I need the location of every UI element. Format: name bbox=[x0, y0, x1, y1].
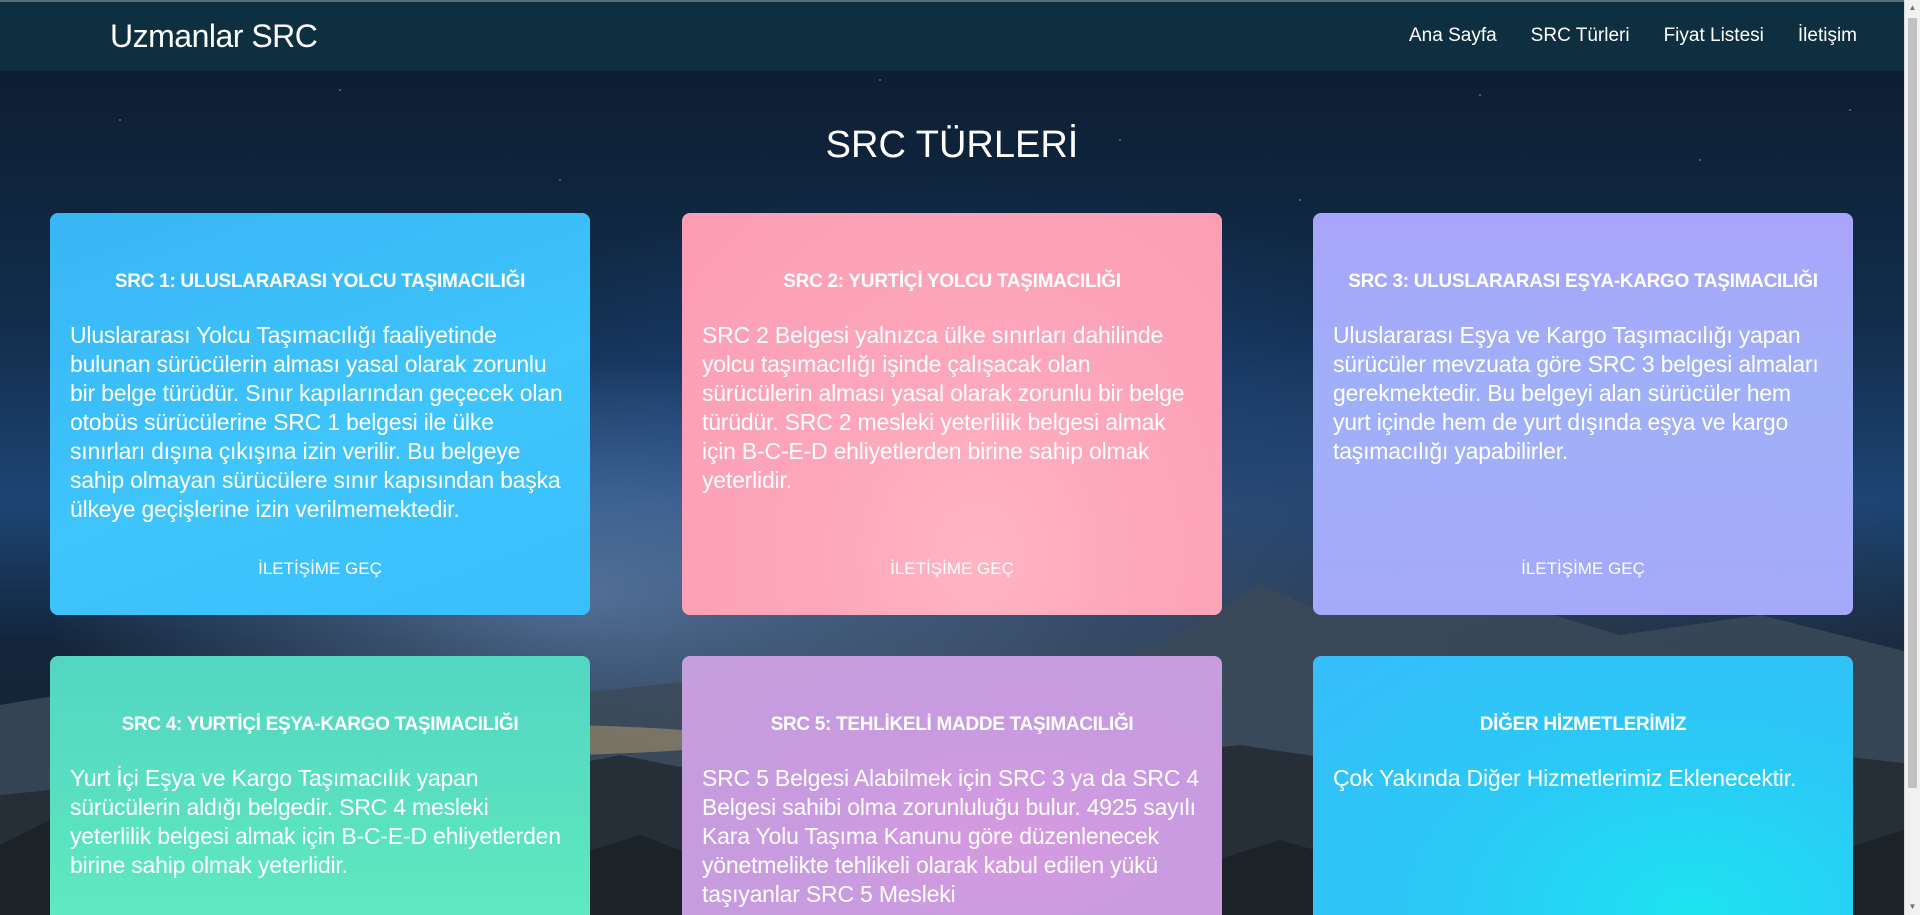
card-text: Çok Yakında Diğer Hizmetlerimiz Eklenece… bbox=[1333, 765, 1797, 791]
scroll-down-arrow-icon[interactable]: ▼ bbox=[1905, 899, 1920, 915]
card-text: Uluslararası Eşya ve Kargo Taşımacılığı … bbox=[1333, 322, 1819, 464]
scroll-up-arrow-icon[interactable]: ▲ bbox=[1905, 0, 1920, 16]
page: Uzmanlar SRC Ana Sayfa SRC Türleri Fiyat… bbox=[0, 0, 1920, 915]
card-src5: SRC 5: TEHLİKELİ MADDE TAŞIMACILIĞI SRC … bbox=[682, 656, 1222, 915]
card-src3: SRC 3: ULUSLARARASI EŞYA-KARGO TAŞIMACIL… bbox=[1313, 213, 1853, 615]
main-nav: Ana Sayfa SRC Türleri Fiyat Listesi İlet… bbox=[1409, 25, 1857, 47]
contact-button[interactable]: İLETİŞİME GEÇ bbox=[1313, 559, 1853, 579]
card-title: SRC 4: YURTİÇİ EŞYA-KARGO TAŞIMACILIĞI bbox=[121, 714, 519, 735]
card-text: SRC 5 Belgesi Alabilmek için SRC 3 ya da… bbox=[702, 765, 1200, 907]
card-title: SRC 2: YURTİÇİ YOLCU TAŞIMACILIĞI bbox=[783, 271, 1121, 292]
brand-logo-link[interactable]: Uzmanlar SRC bbox=[110, 18, 318, 55]
contact-button[interactable]: İLETİŞİME GEÇ bbox=[50, 559, 590, 579]
card-title: SRC 5: TEHLİKELİ MADDE TAŞIMACILIĞI bbox=[770, 714, 1134, 735]
card-title: SRC 3: ULUSLARARASI EŞYA-KARGO TAŞIMACIL… bbox=[1348, 271, 1818, 292]
nav-link-src-types[interactable]: SRC Türleri bbox=[1531, 25, 1630, 47]
section-title: SRC TÜRLERİ bbox=[825, 124, 1079, 166]
contact-button[interactable]: İLETİŞİME GEÇ bbox=[682, 559, 1222, 579]
card-title: DİĞER HİZMETLERİMİZ bbox=[1479, 714, 1687, 735]
nav-link-price-list[interactable]: Fiyat Listesi bbox=[1664, 25, 1764, 47]
card-text: SRC 2 Belgesi yalnızca ülke sınırları da… bbox=[702, 322, 1185, 493]
card-title: SRC 1: ULUSLARARASI YOLCU TAŞIMACILIĞI bbox=[114, 271, 526, 292]
nav-link-home[interactable]: Ana Sayfa bbox=[1409, 25, 1497, 47]
card-src1: SRC 1: ULUSLARARASI YOLCU TAŞIMACILIĞI U… bbox=[50, 213, 590, 615]
nav-link-contact[interactable]: İletişim bbox=[1798, 25, 1857, 47]
card-src4: SRC 4: YURTİÇİ EŞYA-KARGO TAŞIMACILIĞI Y… bbox=[50, 656, 590, 915]
card-other-services: DİĞER HİZMETLERİMİZ Çok Yakında Diğer Hi… bbox=[1313, 656, 1853, 915]
navbar: Uzmanlar SRC Ana Sayfa SRC Türleri Fiyat… bbox=[0, 0, 1904, 71]
card-src2: SRC 2: YURTİÇİ YOLCU TAŞIMACILIĞI SRC 2 … bbox=[682, 213, 1222, 615]
page-scrollbar[interactable]: ▲ ▼ bbox=[1904, 0, 1920, 915]
scroll-thumb[interactable] bbox=[1908, 18, 1917, 788]
card-text: Uluslararası Yolcu Taşımacılığı faaliyet… bbox=[70, 322, 563, 522]
card-text: Yurt İçi Eşya ve Kargo Taşımacılık yapan… bbox=[70, 765, 561, 878]
